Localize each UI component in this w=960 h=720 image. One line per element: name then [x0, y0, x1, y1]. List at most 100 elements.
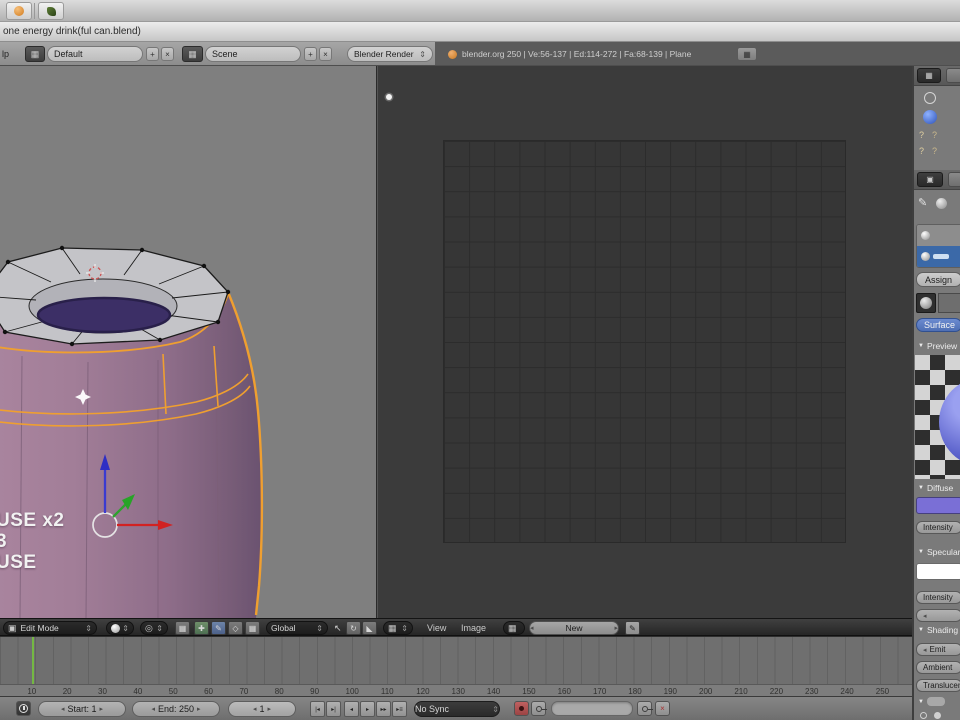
material-preview-thumb[interactable] — [916, 293, 936, 313]
tab-pencil-icon[interactable]: ✎ — [918, 196, 927, 209]
editor-type-button[interactable] — [16, 701, 31, 716]
last-frame-button[interactable]: ▸≡ — [392, 701, 407, 717]
app-logo-button[interactable] — [6, 2, 32, 20]
properties-type-button[interactable]: ▣ — [917, 172, 943, 187]
viewport-3d[interactable]: USE x2 3 USE — [0, 66, 377, 618]
sphere-icon — [921, 231, 930, 240]
specular-panel-header[interactable]: ▼ Specular — [918, 547, 960, 557]
uv-image-editor[interactable] — [378, 66, 912, 618]
diffuse-intensity-slider[interactable]: Intensity — [916, 521, 960, 534]
timeline[interactable]: 10 20 30 40 50 60 70 80 90 100 110 120 130 140 150 160 1… — [0, 636, 912, 697]
transform-orientation-select[interactable]: Global ⇕ — [266, 621, 328, 635]
material-slot[interactable] — [917, 225, 960, 246]
partial-panel-header[interactable]: ▼ — [918, 697, 945, 706]
header-partial-button[interactable] — [948, 172, 960, 187]
frame-start-stepper[interactable]: ◂ Start: 1 ▸ — [38, 701, 126, 717]
insert-keyframe-button[interactable] — [637, 701, 653, 716]
question-icon[interactable]: ? — [919, 130, 924, 140]
emit-stepper[interactable]: ◂ Emit — [916, 643, 960, 656]
proportional-edit-button[interactable]: ✎ — [211, 621, 226, 635]
snap-button[interactable]: ◇ — [228, 621, 243, 635]
uv-2d-cursor[interactable] — [386, 94, 392, 100]
jump-to-end-button[interactable]: ▸| — [326, 701, 341, 717]
material-ball-icon[interactable] — [923, 110, 937, 124]
question-icon[interactable]: ? — [932, 130, 937, 140]
header-partial-button[interactable] — [946, 68, 960, 83]
play-reverse-button[interactable]: ◂ — [344, 701, 359, 717]
screen-layout-field[interactable]: Default — [47, 46, 143, 62]
timeline-band[interactable] — [0, 637, 912, 684]
sphere-icon — [921, 252, 930, 261]
scene-browse-button[interactable]: ▦ — [182, 46, 203, 62]
menu-tail-label[interactable]: lp — [2, 49, 9, 59]
frame-end-stepper[interactable]: ◂ End: 250 ▸ — [132, 701, 220, 717]
screen-browse-button[interactable]: ▦ — [25, 46, 45, 62]
delete-screen-button[interactable]: × — [161, 47, 174, 61]
ambient-slider[interactable]: Ambient — [916, 661, 960, 674]
add-scene-button[interactable]: + — [304, 47, 317, 61]
ruler-label: 110 — [380, 687, 394, 696]
splash-button[interactable]: ▦ — [737, 47, 757, 61]
material-name-field[interactable] — [938, 293, 960, 313]
specular-panel-label: Specular — [926, 547, 960, 557]
current-frame-marker[interactable] — [32, 637, 34, 684]
radio-dot-icon[interactable] — [934, 712, 941, 719]
scene-field[interactable]: Scene — [205, 46, 301, 62]
viewport-shading-select[interactable]: ⇕ — [106, 621, 134, 635]
menu-view[interactable]: View — [427, 623, 446, 633]
add-screen-button[interactable]: + — [146, 47, 159, 61]
screen-layout-value: Default — [54, 49, 83, 59]
tab-material-icon[interactable] — [936, 198, 947, 209]
diffuse-panel-header[interactable]: ▼ Diffuse — [918, 483, 953, 493]
menu-image[interactable]: Image — [461, 623, 486, 633]
preview-panel-header[interactable]: ▼ Preview — [918, 341, 957, 351]
snap-axis-button[interactable]: ✚ — [194, 621, 209, 635]
screencast-key-line: USE — [0, 552, 37, 573]
snap-target-button[interactable]: ▦ — [245, 621, 260, 635]
image-browse-button[interactable]: ▦ — [503, 621, 525, 635]
keying-set-button[interactable] — [531, 701, 547, 716]
surface-type-button[interactable]: Surface — [916, 318, 960, 332]
mode-select[interactable]: ▣ Edit Mode ⇕ — [3, 621, 97, 635]
scene-circle-icon[interactable] — [924, 92, 936, 104]
secondary-app-button[interactable] — [38, 2, 64, 20]
updown-icon: ⇕ — [85, 623, 92, 633]
material-slot-selected[interactable] — [917, 246, 960, 267]
radio-dot-icon[interactable] — [920, 712, 927, 719]
outliner-type-button[interactable]: ▦ — [917, 68, 941, 83]
next-keyframe-button[interactable]: ▸▸ — [376, 701, 391, 717]
cube-icon: ▣ — [926, 175, 934, 184]
diffuse-color-swatch[interactable] — [916, 497, 960, 514]
left-arrow-icon: ◂ — [530, 625, 534, 632]
assign-button[interactable]: Assign — [916, 272, 960, 287]
manipulator-rotate-button[interactable]: ↻ — [346, 621, 361, 635]
key-icon — [641, 705, 653, 712]
keying-set-field[interactable] — [551, 701, 633, 716]
shading-panel-header[interactable]: ▼ Shading — [918, 625, 958, 635]
play-button[interactable]: ▸ — [360, 701, 375, 717]
outliner-header: ▦ — [914, 66, 960, 86]
image-new-button[interactable]: ◂ New ▸ — [529, 621, 619, 635]
image-pin-button[interactable]: ✎ — [625, 621, 640, 635]
delete-scene-button[interactable]: × — [319, 47, 332, 61]
delete-keyframe-button[interactable]: × — [655, 701, 670, 716]
translucency-label: Translucency — [923, 681, 960, 690]
manipulator-scale-button[interactable]: ◣ — [362, 621, 377, 635]
jump-to-start-button[interactable]: |◂ — [310, 701, 325, 717]
orientation-value: Global — [271, 623, 296, 633]
translucency-slider[interactable]: Translucency — [916, 679, 960, 692]
pivot-point-select[interactable]: ◎ ⇕ — [140, 621, 168, 635]
layers-button[interactable]: ▦ — [175, 621, 190, 635]
question-icon[interactable]: ? — [919, 146, 924, 156]
question-icon[interactable]: ? — [932, 146, 937, 156]
render-engine-select[interactable]: Blender Render ⇕ — [347, 46, 433, 62]
editor-type-select[interactable]: ▦ ⇕ — [383, 621, 413, 635]
hardness-slider[interactable]: ◂ — [916, 609, 960, 622]
sync-mode-value: No Sync — [415, 704, 450, 714]
specular-color-swatch[interactable] — [916, 563, 960, 580]
current-frame-stepper[interactable]: ◂ 1 ▸ — [228, 701, 296, 717]
auto-keyframe-button[interactable] — [514, 701, 529, 716]
ruler-label: 10 — [27, 687, 37, 696]
sync-mode-select[interactable]: No Sync ⇕ — [414, 701, 500, 717]
specular-intensity-slider[interactable]: Intensity — [916, 591, 960, 604]
